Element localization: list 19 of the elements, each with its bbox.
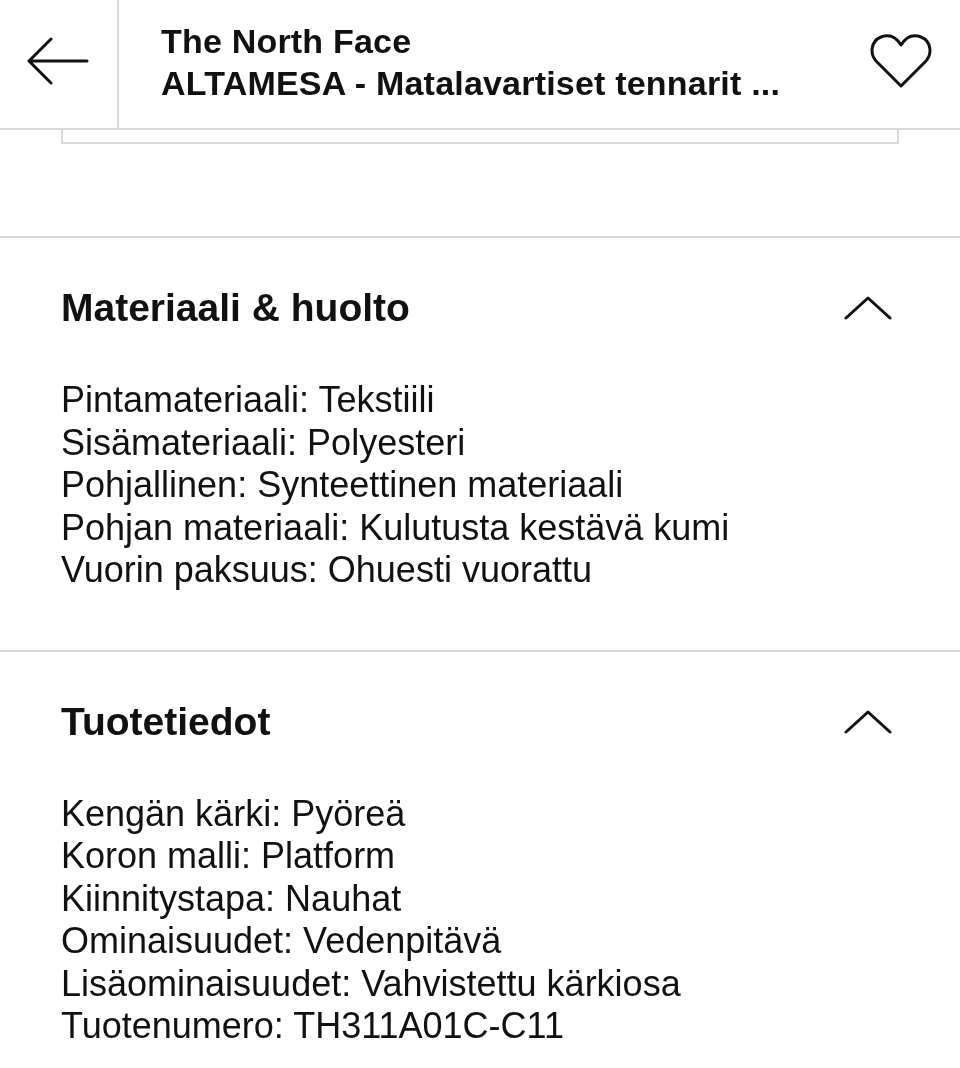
back-arrow-icon — [26, 37, 89, 85]
detail-line: Kengän kärki: Pyöreä — [61, 792, 407, 835]
detail-line: Pintamateriaali: Tekstiili — [61, 379, 436, 422]
detail-line: Lisäominaisuudet: Vahvistettu kärkiosa — [61, 962, 682, 1005]
detail-line: Pohjan materiaali: Kulutusta kestävä kumi — [61, 506, 731, 549]
detail-line: Kiinnitystapa: Nauhat — [61, 877, 403, 920]
heart-icon[interactable] — [870, 33, 932, 89]
detail-line: Tuotenumero: TH311A01C-C11 — [61, 1005, 565, 1048]
chevron-icon[interactable] — [844, 709, 892, 734]
chevron-icon[interactable] — [844, 296, 892, 320]
section-heading: Tuotetiedot — [61, 699, 271, 744]
detail-line: Vuorin paksuus: Ohuesti vuorattu — [61, 549, 593, 592]
section-heading: Materiaali & huolto — [61, 286, 410, 330]
detail-line: Sisämateriaali: Polyesteri — [61, 421, 467, 464]
detail-line: Ominaisuudet: Vedenpitävä — [61, 920, 503, 963]
detail-line: Pohjallinen: Synteettinen materiaali — [61, 464, 625, 507]
detail-line: Koron malli: Platform — [61, 835, 397, 878]
product-name: ALTAMESA - Matalavartiset tennarit ... — [161, 63, 782, 104]
brand-name: The North Face — [161, 21, 413, 62]
